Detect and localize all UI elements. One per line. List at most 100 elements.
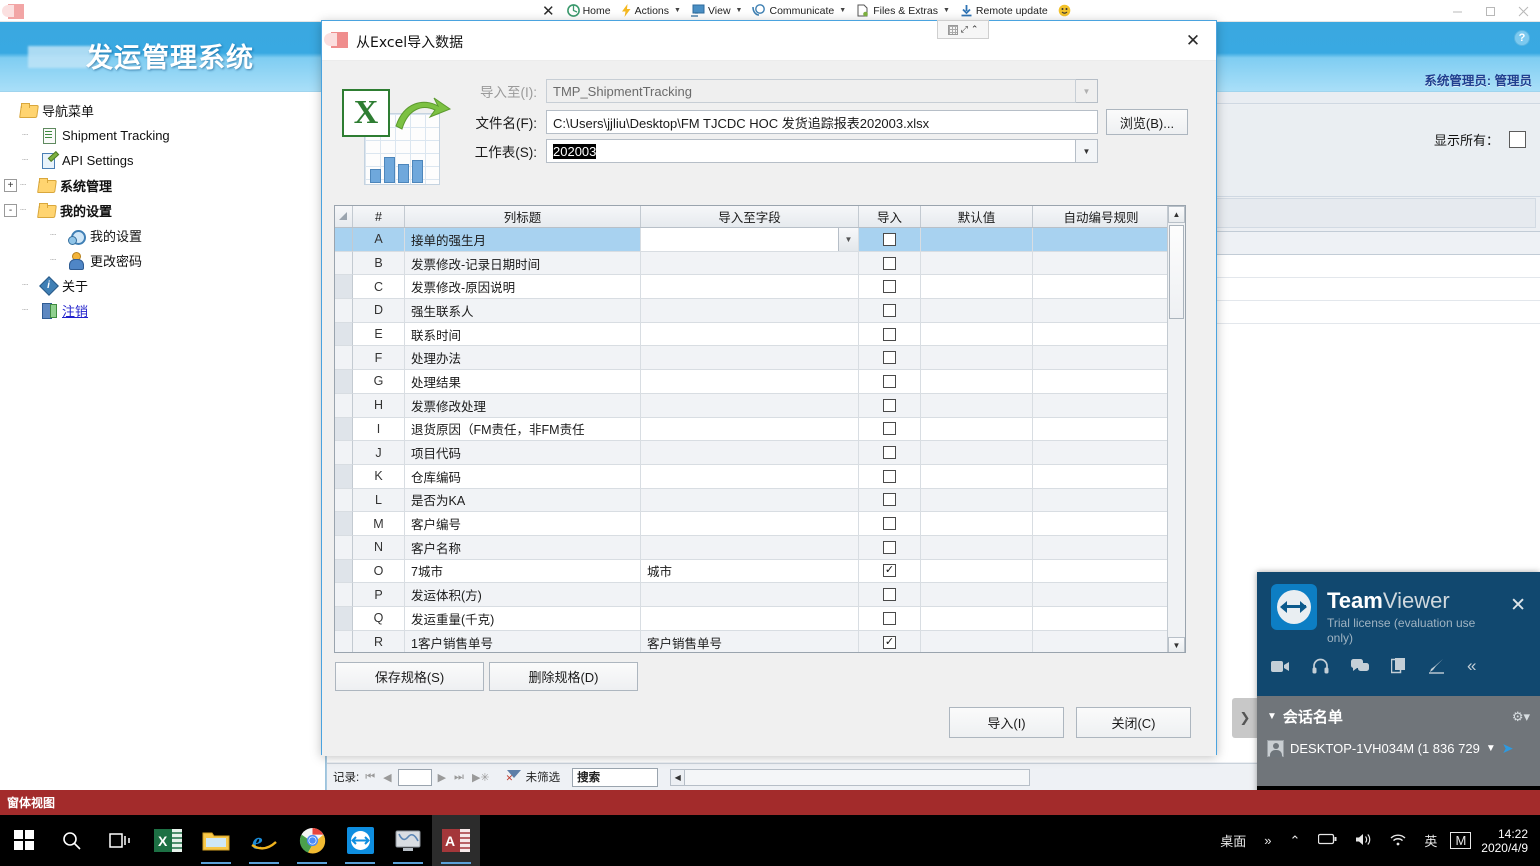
row-import-field[interactable] <box>641 393 859 418</box>
row-default-value[interactable] <box>921 512 1033 536</box>
teamviewer-close-button[interactable]: ✕ <box>1510 594 1526 617</box>
row-auto-number-rule[interactable] <box>1033 370 1169 394</box>
row-import-checkbox[interactable]: ✓ <box>883 635 896 649</box>
file-name-input[interactable]: C:\Users\jjliu\Desktop\FM TJCDC HOC 发货追踪… <box>546 110 1098 134</box>
record-number-input[interactable] <box>397 768 432 786</box>
dialog-close-button[interactable]: ✕ <box>1176 27 1210 55</box>
header-column-title[interactable]: 列标题 <box>405 206 641 227</box>
row-selector[interactable] <box>335 370 353 394</box>
row-import-cell[interactable] <box>859 535 921 560</box>
taskbar-app-chrome[interactable] <box>288 815 336 866</box>
remote-control-toolbar[interactable]: ✕ Home Actions ▼ View ▼ Communicate ▼ Fi… <box>531 0 1080 21</box>
row-default-value[interactable] <box>921 299 1033 323</box>
row-auto-number-rule[interactable] <box>1033 607 1169 631</box>
row-selector[interactable] <box>335 346 353 371</box>
import-to-dropdown-button[interactable]: ▼ <box>1076 79 1098 103</box>
row-selector[interactable] <box>335 630 353 652</box>
header-import-field[interactable]: 导入至字段 <box>641 206 859 227</box>
row-import-cell[interactable] <box>859 251 921 276</box>
clock[interactable]: 14:22 2020/4/9 <box>1475 827 1540 855</box>
table-row[interactable]: P 发运体积(方) <box>335 583 1185 607</box>
row-import-cell[interactable] <box>859 228 921 252</box>
row-selector[interactable] <box>335 275 353 300</box>
taskbar-app-internet-explorer[interactable]: e <box>240 815 288 866</box>
row-import-checkbox[interactable] <box>883 588 896 602</box>
header-num[interactable]: # <box>353 206 405 227</box>
row-import-cell[interactable] <box>859 464 921 489</box>
minimize-button[interactable] <box>1441 0 1474 22</box>
row-default-value[interactable] <box>921 535 1033 560</box>
first-record-button[interactable]: ⏮ <box>363 771 377 784</box>
table-row[interactable]: C 发票修改-原因说明 <box>335 275 1185 300</box>
row-selector[interactable] <box>335 393 353 418</box>
window-controls[interactable] <box>1441 0 1540 22</box>
row-default-value[interactable] <box>921 322 1033 347</box>
row-default-value[interactable] <box>921 630 1033 652</box>
row-import-field[interactable] <box>641 441 859 465</box>
row-selector[interactable] <box>335 441 353 465</box>
scrollbar-thumb[interactable] <box>1169 225 1184 319</box>
start-button[interactable] <box>0 815 48 866</box>
table-row[interactable]: G 处理结果 <box>335 370 1185 394</box>
row-default-value[interactable] <box>921 488 1033 513</box>
remote-toolbar-item-remote-update[interactable]: Remote update <box>955 0 1053 21</box>
search-input[interactable]: 搜索 <box>572 767 659 787</box>
row-selector[interactable] <box>335 251 353 276</box>
table-row[interactable]: L 是否为KA <box>335 488 1185 513</box>
table-row[interactable]: F 处理办法 <box>335 346 1185 371</box>
row-import-field[interactable]: 城市 <box>641 559 859 584</box>
remote-toolbar-item-files-extras[interactable]: Files & Extras ▼ <box>851 0 955 21</box>
teamviewer-action-icons[interactable]: « <box>1271 656 1526 676</box>
table-row[interactable]: N 客户名称 <box>335 535 1185 560</box>
tree-expander-plus[interactable]: + <box>4 179 17 192</box>
table-row[interactable]: D 强生联系人 <box>335 299 1185 323</box>
row-selector[interactable] <box>335 607 353 631</box>
table-row[interactable]: Q 发运重量(千克) <box>335 607 1185 631</box>
row-import-field[interactable] <box>641 607 859 631</box>
table-row[interactable]: R 1客户销售单号 客户销售单号 ✓ <box>335 630 1185 652</box>
row-import-field[interactable] <box>641 251 859 276</box>
row-import-cell[interactable] <box>859 275 921 300</box>
row-auto-number-rule[interactable] <box>1033 393 1169 418</box>
browse-button[interactable]: 浏览(B)... <box>1106 109 1188 135</box>
row-import-checkbox[interactable] <box>883 611 896 625</box>
row-default-value[interactable] <box>921 583 1033 607</box>
row-selector[interactable] <box>335 512 353 536</box>
row-import-cell[interactable] <box>859 370 921 394</box>
prev-record-button[interactable]: ◀ <box>381 771 393 784</box>
row-import-field[interactable]: ▼ <box>641 228 859 252</box>
row-import-checkbox[interactable] <box>883 469 896 483</box>
table-row[interactable]: M 客户编号 <box>335 512 1185 536</box>
row-default-value[interactable] <box>921 393 1033 418</box>
row-import-checkbox[interactable] <box>883 493 896 507</box>
row-default-value[interactable] <box>921 346 1033 371</box>
taskbar-app-excel[interactable]: X <box>144 815 192 866</box>
row-auto-number-rule[interactable] <box>1033 251 1169 276</box>
row-default-value[interactable] <box>921 251 1033 276</box>
sidebar-item-system-management[interactable]: + ┈ 系统管理 <box>4 173 325 198</box>
row-import-field[interactable]: 客户销售单号 <box>641 630 859 652</box>
row-import-checkbox[interactable] <box>883 422 896 436</box>
row-import-field[interactable] <box>641 299 859 323</box>
scroll-up-icon[interactable]: ▲ <box>1168 206 1185 223</box>
teamviewer-edge-tab[interactable]: ❯ <box>1232 698 1258 738</box>
row-import-field[interactable] <box>641 464 859 489</box>
row-import-checkbox[interactable] <box>883 303 896 317</box>
row-import-field[interactable] <box>641 346 859 371</box>
row-auto-number-rule[interactable] <box>1033 488 1169 513</box>
table-row[interactable]: O 7城市 城市 ✓ <box>335 559 1185 584</box>
chevron-down-icon[interactable]: ▼ <box>838 228 858 251</box>
sidebar-item-shipment-tracking[interactable]: ┈ Shipment Tracking <box>4 123 325 148</box>
table-row[interactable]: K 仓库编码 <box>335 464 1185 489</box>
row-import-checkbox[interactable] <box>883 446 896 460</box>
row-auto-number-rule[interactable] <box>1033 465 1169 489</box>
wifi-icon[interactable] <box>1381 833 1415 849</box>
task-view-button[interactable] <box>96 815 144 866</box>
table-row[interactable]: B 发票修改-记录日期时间 <box>335 251 1185 276</box>
row-import-cell[interactable]: ✓ <box>859 559 921 584</box>
import-button[interactable]: 导入(I) <box>949 707 1064 738</box>
sidebar-item-about[interactable]: ┈ 关于 <box>4 273 325 298</box>
row-selector[interactable] <box>335 583 353 607</box>
search-button[interactable] <box>48 815 96 866</box>
row-auto-number-rule[interactable] <box>1033 299 1169 323</box>
